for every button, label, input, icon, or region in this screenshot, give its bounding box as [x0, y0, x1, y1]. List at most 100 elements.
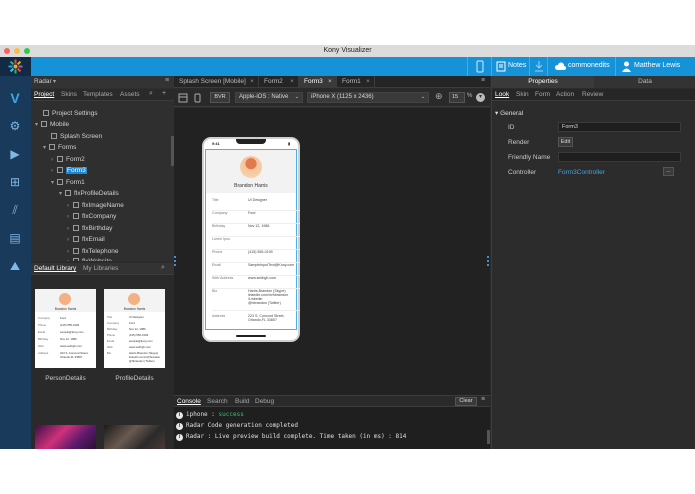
close-window-button[interactable] — [4, 48, 10, 54]
document-icon[interactable]: ▤ — [7, 230, 23, 246]
settings-icon[interactable]: ⚙ — [7, 118, 23, 134]
close-icon[interactable]: × — [328, 78, 332, 85]
device-preview-button[interactable] — [467, 57, 491, 76]
device-value: iPhone X (1125 x 2436) — [311, 94, 374, 100]
row-value: Harris.Brandon (Skype) linkedin.com/in/h… — [248, 289, 288, 305]
tab-skin[interactable]: Skin — [516, 90, 529, 100]
tab-console[interactable]: Console — [177, 397, 201, 407]
tab-form2[interactable]: Form2 × — [259, 76, 299, 88]
workspace-button[interactable]: commonedits — [547, 57, 615, 76]
add-icon[interactable]: + — [162, 90, 166, 97]
card-row-key: Company — [107, 321, 119, 325]
tab-form[interactable]: Form — [535, 90, 550, 100]
form3-container[interactable]: Brandon Harris Title UI Designer Company F… — [205, 149, 300, 330]
close-icon[interactable]: × — [366, 78, 370, 85]
tab-my-libraries[interactable]: My Libraries — [83, 264, 118, 274]
tree-item-mobile[interactable]: ▾ Mobile — [35, 120, 69, 130]
tab-default-library[interactable]: Default Library — [34, 264, 76, 274]
tab-splash-screen[interactable]: Splash Screen [Mobile] × — [174, 76, 259, 88]
clear-button[interactable]: Clear — [455, 397, 477, 406]
tab-debug[interactable]: Debug — [255, 397, 274, 407]
tab-form1[interactable]: Form1 × — [337, 76, 375, 88]
console-menu-icon[interactable]: ≡ — [481, 396, 485, 403]
tree-item-flxbirthday[interactable]: › flxBirthday — [67, 224, 112, 234]
tab-templates[interactable]: Templates — [83, 90, 113, 100]
canvas-splitter-handle[interactable] — [174, 256, 177, 266]
kony-logo[interactable] — [0, 57, 31, 76]
play-icon[interactable]: ▶ — [7, 146, 23, 162]
section-general[interactable]: ▾ General — [495, 109, 523, 117]
visualizer-icon[interactable]: V — [7, 90, 23, 106]
tab-data[interactable]: Data — [594, 76, 695, 88]
tree-item-form2[interactable]: › Form2 — [51, 155, 85, 165]
controller-more-button[interactable]: ... — [663, 167, 674, 176]
tab-review[interactable]: Review — [582, 90, 603, 100]
download-button[interactable] — [529, 57, 547, 76]
flex-container-icon — [73, 248, 79, 254]
render-edit-button[interactable]: Edit — [558, 137, 573, 147]
card-row-value: UI Designer — [129, 315, 144, 319]
notes-button[interactable]: Notes — [491, 57, 529, 76]
id-input[interactable]: Form3 — [558, 122, 681, 132]
close-icon[interactable]: × — [250, 78, 254, 85]
zoom-window-button[interactable] — [24, 48, 30, 54]
canvas-splitter-handle[interactable] — [487, 256, 490, 266]
card-row-value: Nov 12, 1986 — [129, 327, 146, 331]
console-scrollbar[interactable] — [487, 430, 490, 444]
zoom-input[interactable]: 15 — [449, 92, 465, 103]
device-select[interactable]: iPhone X (1125 x 2436) ⌄ — [307, 92, 429, 103]
tab-properties[interactable]: Properties — [492, 76, 594, 88]
tab-assets[interactable]: Assets — [120, 90, 140, 100]
layout-icon[interactable]: ⊞ — [7, 174, 23, 190]
chevron-down-icon[interactable]: ▾ — [53, 78, 56, 85]
tree-item-form3[interactable]: › Form3 — [51, 166, 87, 176]
scope-select[interactable]: Radar — [34, 78, 52, 85]
device-frame-icon[interactable] — [192, 93, 202, 103]
card-row-value: Harris.Brandon (Skype) linkedin.com/in/h… — [129, 351, 161, 363]
close-icon[interactable]: × — [290, 78, 294, 85]
user-account-button[interactable]: Matthew Lewis — [615, 57, 695, 76]
tree-item-flxcompany[interactable]: › flxCompany — [67, 212, 116, 222]
panel-menu-icon[interactable]: ≡ — [165, 77, 169, 84]
library-thumbnail-crowd[interactable] — [104, 425, 165, 449]
bvr-button[interactable]: BVR — [210, 92, 230, 103]
canvas-layout-icon[interactable] — [178, 93, 188, 103]
deploy-icon[interactable]: ⛰ — [7, 258, 23, 274]
tab-look[interactable]: Look — [495, 90, 509, 100]
library-card-persondetails[interactable]: Brandon Harris Company Ford Phone (415) 55… — [35, 289, 96, 368]
tab-project[interactable]: Project — [34, 90, 54, 100]
tab-build[interactable]: Build — [235, 397, 249, 407]
tree-item-splash-screen[interactable]: Splash Screen — [51, 132, 102, 141]
search-icon[interactable]: ⌕ — [149, 90, 153, 98]
controller-label: Controller — [508, 169, 537, 176]
controller-link[interactable]: Form3Controller — [558, 169, 605, 176]
tree-item-flxtelephone[interactable]: › flxTelephone — [67, 247, 119, 257]
zoom-dropdown-icon[interactable]: ▾ — [476, 93, 485, 102]
tab-search[interactable]: Search — [207, 397, 228, 407]
tree-item-flxwebsite[interactable]: ›flxWebsite — [67, 257, 112, 261]
platform-select[interactable]: Apple-iOS : Native ⌄ — [235, 92, 303, 103]
tree-label: flxWebsite — [82, 258, 112, 261]
zoom-icon[interactable]: ⊕ — [435, 91, 443, 102]
profile-row: Address 223 S. Concord Street, Orlando,FL… — [212, 314, 300, 326]
row-key: Birthday — [212, 224, 226, 228]
console-tabs: Console Search Build Debug Clear ≡ — [174, 396, 490, 407]
analytics-icon[interactable]: ⫽ — [7, 202, 23, 218]
tree-item-flximagename[interactable]: › flxImageName — [67, 201, 124, 211]
tab-form3[interactable]: Form3 × — [299, 76, 337, 88]
minimize-window-button[interactable] — [14, 48, 20, 54]
tree-item-form1[interactable]: ▾ Form1 — [51, 178, 85, 188]
tree-item-project-settings[interactable]: Project Settings — [43, 109, 98, 118]
tab-action[interactable]: Action — [556, 90, 574, 100]
tab-skins[interactable]: Skins — [61, 90, 77, 100]
friendly-name-input[interactable] — [558, 152, 681, 162]
tree-item-flxprofiledetails[interactable]: ▾ flxProfileDetails — [59, 189, 119, 199]
library-card-profiledetails[interactable]: Brandon Harris Title UI Designer Company F… — [104, 289, 165, 368]
tree-item-forms[interactable]: ▾ Forms — [43, 143, 76, 153]
zoom-unit: % — [467, 93, 473, 99]
library-thumbnail-concert[interactable] — [35, 425, 96, 449]
search-icon[interactable]: ⌕ — [161, 264, 165, 272]
tree-item-flxemail[interactable]: › flxEmail — [67, 235, 105, 245]
profile-row: Bio Harris.Brandon (Skype) linkedin.com/i… — [212, 289, 300, 311]
tabs-menu-icon[interactable]: ≡ — [481, 77, 485, 84]
